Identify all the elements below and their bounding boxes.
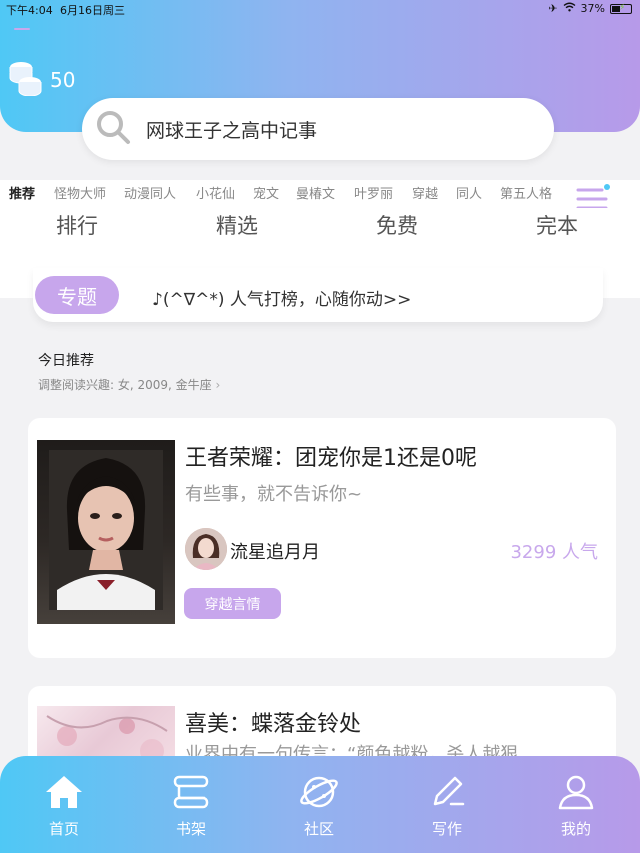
category-tab[interactable]: 第五人格 [500,183,552,202]
bookshelf-icon [171,756,211,814]
book-description: 有些事，就不告诉你~ [185,484,363,505]
category-tab[interactable]: 穿越 [412,183,438,202]
section-title: 今日推荐 [38,353,94,369]
author-name[interactable]: 流星追月月 [230,538,320,564]
subtab-completed[interactable]: 完本 [536,210,578,240]
profile-icon [556,756,596,814]
popularity-count: 3299 人气 [510,542,598,563]
status-right: ✈ 37% ⚡ [548,2,632,15]
reading-interest-text: 调整阅读兴趣: 女, 2009, 金牛座 [38,378,212,392]
nav-write-label: 写作 [431,820,462,838]
status-date: 6月16日周三 [60,4,125,17]
category-tab[interactable]: 动漫同人 [124,183,176,202]
category-tab[interactable]: 小花仙 [196,183,235,202]
active-tab-indicator [14,28,30,30]
bottom-navigation: 首页 书架 社区 写作 我的 [0,756,640,853]
book-title[interactable]: 喜美：蝶落金铃处 [185,706,361,738]
nav-write[interactable]: 写作 [397,756,497,853]
search-query: 网球王子之高中记事 [146,119,318,142]
category-tab[interactable]: 宠文 [253,183,279,202]
category-tab[interactable]: 推荐 [9,183,35,202]
nav-bookshelf[interactable]: 书架 [141,756,241,853]
coin-count: 50 [50,68,76,92]
book-title[interactable]: 王者荣耀：团宠你是1还是0呢 [185,440,477,472]
nav-home[interactable]: 首页 [14,756,114,853]
subtab-free[interactable]: 免费 [376,210,418,240]
nav-profile-label: 我的 [560,820,591,838]
author-avatar[interactable] [185,528,227,570]
category-tab[interactable]: 叶罗丽 [354,183,393,202]
genre-tag[interactable]: 穿越言情 [184,588,281,619]
search-icon [94,108,132,150]
category-tab[interactable]: 同人 [456,183,482,202]
write-icon [427,756,467,814]
battery-icon: ⚡ [610,3,632,14]
subtab-ranking[interactable]: 排行 [56,210,98,240]
wifi-icon [563,2,576,15]
status-bar: 下午4:04 6月16日周三 ✈ 37% ⚡ [0,0,640,18]
chevron-right-icon: › [215,378,221,392]
reading-interest-link[interactable]: 调整阅读兴趣: 女, 2009, 金牛座 › [38,376,220,393]
nav-community[interactable]: 社区 [269,756,369,853]
battery-percent: 37% [580,2,605,15]
airplane-icon: ✈ [548,2,558,15]
nav-profile[interactable]: 我的 [526,756,626,853]
nav-home-label: 首页 [48,820,79,838]
category-tab[interactable]: 怪物大师 [54,183,106,202]
topic-text[interactable]: ♪(^∇^*) 人气打榜，心随你动>> [152,285,411,310]
topic-pill[interactable]: 专题 [35,276,119,314]
nav-bookshelf-label: 书架 [175,820,206,838]
home-icon [44,756,84,814]
category-tab[interactable]: 曼椿文 [296,183,335,202]
nav-community-label: 社区 [303,820,334,838]
book-cover[interactable] [37,440,175,624]
coin-balance[interactable]: 50 [8,60,75,100]
community-icon [299,756,339,814]
search-bar[interactable]: 网球王子之高中记事 [82,98,554,160]
subtab-featured[interactable]: 精选 [216,210,258,240]
status-time: 下午4:04 [6,4,53,17]
coins-icon [8,60,42,100]
